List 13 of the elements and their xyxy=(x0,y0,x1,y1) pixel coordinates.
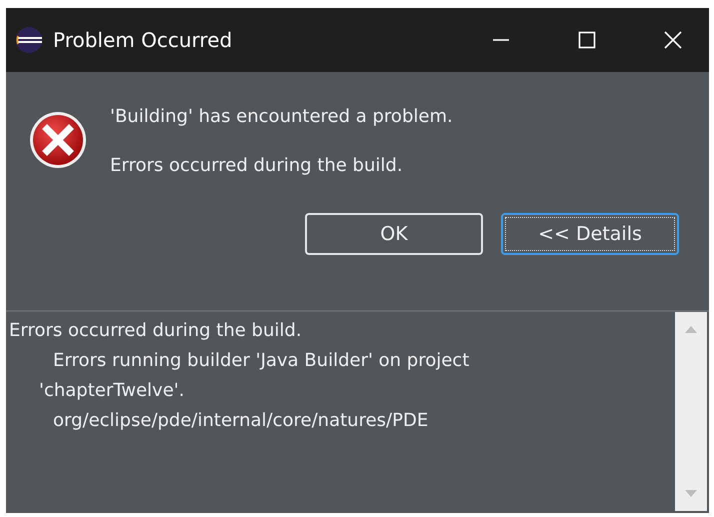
message-detail: Errors occurred during the build. xyxy=(110,154,404,178)
details-line: Errors occurred during the build. xyxy=(9,319,303,343)
app-logo-icon xyxy=(14,25,44,55)
error-icon xyxy=(28,110,88,170)
details-button[interactable]: << Details xyxy=(501,213,679,255)
details-line: org/eclipse/pde/internal/core/natures/PDE xyxy=(52,409,430,433)
details-line: Errors running builder 'Java Builder' on project xyxy=(52,349,470,373)
ok-button[interactable]: OK xyxy=(305,213,483,255)
maximize-icon[interactable] xyxy=(577,30,597,50)
details-line: 'chapterTwelve'. xyxy=(38,379,186,403)
close-icon[interactable] xyxy=(663,30,683,50)
window-title: Problem Occurred xyxy=(53,28,232,52)
message-title: 'Building' has encountered a problem. xyxy=(110,105,453,129)
